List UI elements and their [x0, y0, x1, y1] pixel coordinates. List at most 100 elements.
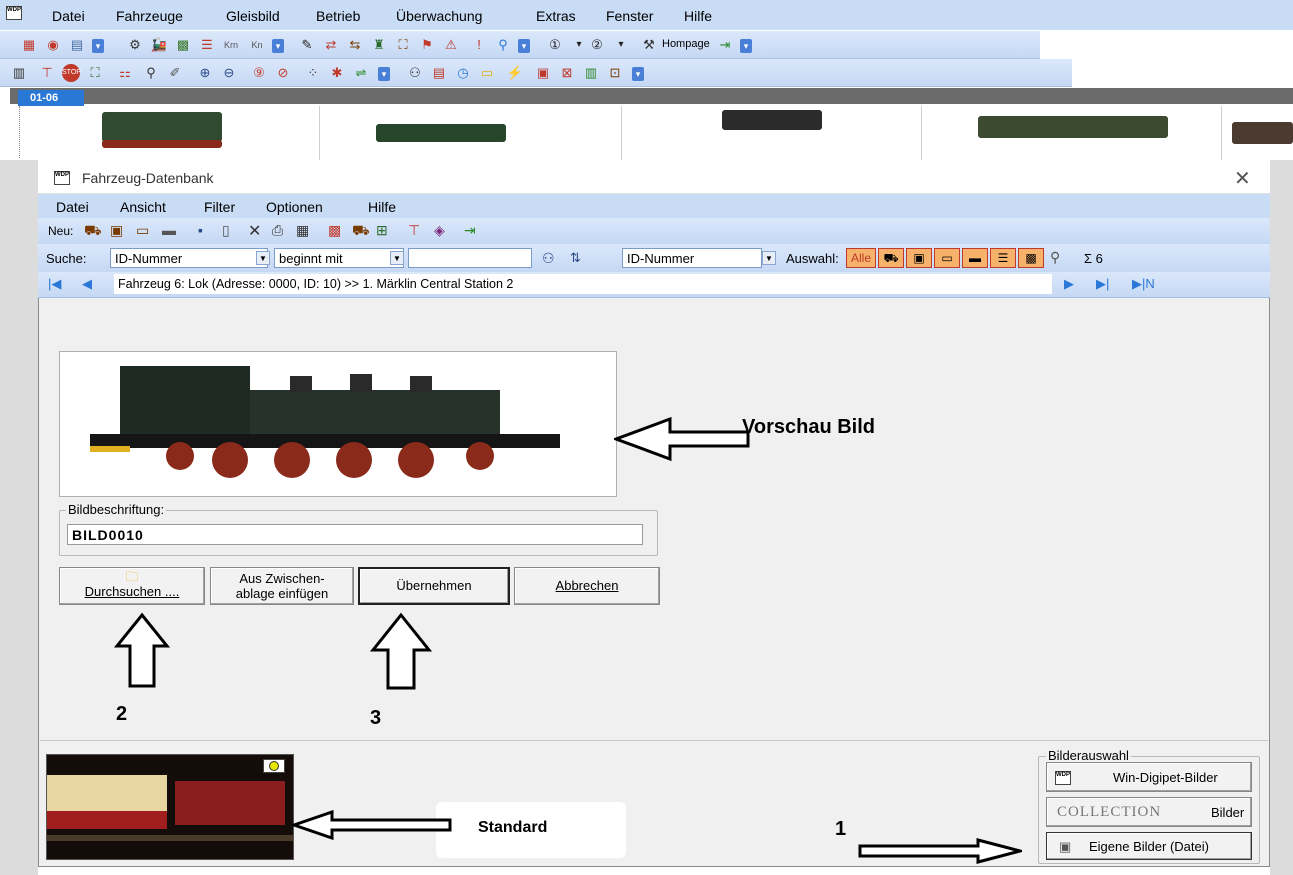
- loco-cell-1[interactable]: [20, 106, 320, 160]
- crane-icon[interactable]: Krn: [222, 36, 240, 54]
- new-record-icon[interactable]: ▶|N: [1132, 276, 1155, 292]
- hammer-icon[interactable]: ⚒: [640, 36, 658, 54]
- stop-signal-icon[interactable]: ⊤: [38, 64, 56, 82]
- search-mode-dropdown-icon[interactable]: ▼: [390, 251, 404, 265]
- search-mode-select[interactable]: beginnt mit: [274, 248, 404, 268]
- search-input[interactable]: [408, 248, 532, 268]
- antenna-icon[interactable]: ⚲: [142, 64, 160, 82]
- previous-record-icon[interactable]: ◀: [82, 276, 92, 292]
- puzzle-icon[interactable]: ✱: [328, 64, 346, 82]
- filter-all-button[interactable]: Alle: [846, 248, 876, 268]
- stop-signal-icon[interactable]: ⊤: [408, 222, 420, 239]
- sx-icon[interactable]: ⊠: [558, 64, 576, 82]
- edit-icon[interactable]: ✎: [298, 36, 316, 54]
- stop-icon[interactable]: STOP: [62, 64, 81, 82]
- dialog-menu-ansicht[interactable]: Ansicht: [120, 199, 166, 215]
- sort-icon[interactable]: ⇅: [570, 250, 581, 266]
- toolbar-overflow-4[interactable]: ▾: [740, 39, 752, 53]
- knob-icon[interactable]: Kn: [248, 36, 266, 54]
- route-map-icon[interactable]: ⛶: [86, 64, 104, 82]
- binoculars-icon[interactable]: ⚇: [406, 64, 424, 82]
- close-icon[interactable]: ✕: [1234, 166, 1251, 191]
- first-record-icon[interactable]: |◀: [48, 276, 61, 292]
- search-field-select[interactable]: ID-Nummer: [110, 248, 268, 268]
- exit-icon[interactable]: ⇥: [716, 36, 734, 54]
- wagon-icon[interactable]: ⊡: [606, 64, 624, 82]
- paste-clipboard-button[interactable]: Aus Zwischen- ablage einfügen: [210, 567, 354, 605]
- loco-control-icon[interactable]: ▦: [20, 36, 38, 54]
- throttle-icon[interactable]: ◉: [44, 36, 62, 54]
- signal-box-icon[interactable]: ⚏: [116, 64, 134, 82]
- toolbar-overflow-5[interactable]: ▾: [378, 67, 390, 81]
- dialog-menu-hilfe[interactable]: Hilfe: [368, 199, 396, 215]
- two-icon[interactable]: ②: [588, 36, 606, 54]
- track-icon[interactable]: ⇄: [322, 36, 340, 54]
- pencil-icon[interactable]: ✐: [166, 64, 184, 82]
- search-field-dropdown-icon[interactable]: ▼: [256, 251, 270, 265]
- sort-field-select[interactable]: ID-Nummer: [622, 248, 762, 268]
- menu-datei[interactable]: Datei: [52, 8, 85, 24]
- binoculars-icon[interactable]: ⚇: [542, 250, 555, 267]
- timetable-icon[interactable]: ▥: [10, 64, 28, 82]
- caption-input[interactable]: BILD0010: [67, 524, 643, 545]
- toolbar-overflow-1[interactable]: ▾: [92, 39, 104, 53]
- locomotive-icon[interactable]: 🚂: [150, 36, 168, 54]
- strip-grip[interactable]: [10, 106, 20, 158]
- filter-railcar-icon[interactable]: ▣: [906, 248, 932, 268]
- new-wagon-icon[interactable]: ▭: [136, 222, 149, 239]
- new-car-icon[interactable]: ▬: [162, 222, 176, 238]
- delete-icon[interactable]: ✕: [248, 221, 261, 241]
- last-record-icon[interactable]: ▶|: [1096, 276, 1109, 292]
- note-icon[interactable]: ▭: [478, 64, 496, 82]
- zoom-out-icon[interactable]: ⊖: [220, 64, 238, 82]
- filter-list-icon[interactable]: ☰: [990, 248, 1016, 268]
- magnifier-icon[interactable]: ⚲: [1050, 249, 1060, 266]
- bars-icon[interactable]: ▥: [582, 64, 600, 82]
- export-icon[interactable]: ▩: [328, 222, 341, 239]
- hompage-label[interactable]: Hompage: [662, 38, 710, 50]
- menu-ueberwachung[interactable]: Überwachung: [396, 8, 482, 24]
- panel-icon[interactable]: ▣: [534, 64, 552, 82]
- menu-fahrzeuge[interactable]: Fahrzeuge: [116, 8, 183, 24]
- new-railcar-icon[interactable]: ▣: [110, 222, 123, 239]
- contact-icon[interactable]: ⛶: [394, 36, 412, 54]
- no-route-icon[interactable]: ⊘: [274, 64, 292, 82]
- one-icon[interactable]: ①: [546, 36, 564, 54]
- switch-icon[interactable]: ⇌: [352, 64, 370, 82]
- filter-loco-icon[interactable]: ⛟: [878, 248, 904, 268]
- next-record-icon[interactable]: ▶: [1064, 276, 1074, 292]
- cancel-button[interactable]: Abbrechen: [514, 567, 660, 605]
- loco-cell-2[interactable]: [320, 106, 622, 160]
- menu-fenster[interactable]: Fenster: [606, 8, 653, 24]
- tool-icon-a[interactable]: ⚙: [126, 36, 144, 54]
- search-icon[interactable]: ⚲: [494, 36, 512, 54]
- filter-car-icon[interactable]: ▬: [962, 248, 988, 268]
- signal-icon[interactable]: ☰: [198, 36, 216, 54]
- turntable-icon[interactable]: ▩: [174, 36, 192, 54]
- tab-01-06[interactable]: 01-06: [18, 90, 84, 106]
- own-pictures-button[interactable]: ▣ Eigene Bilder (Datei): [1046, 832, 1252, 860]
- alarm-icon[interactable]: ⚠: [442, 36, 460, 54]
- clock-icon[interactable]: ◷: [454, 64, 472, 82]
- loco-cell-5[interactable]: [1222, 106, 1293, 160]
- one-dropdown-icon[interactable]: ▾: [570, 36, 588, 54]
- filter-pic-icon[interactable]: ▩: [1018, 248, 1044, 268]
- signal-person-icon[interactable]: ⚑: [418, 36, 436, 54]
- browse-button[interactable]: 🗀 Durchsuchen ....: [59, 567, 205, 605]
- loco-cell-4[interactable]: [922, 106, 1222, 160]
- menu-extras[interactable]: Extras: [536, 8, 576, 24]
- new-loco-icon[interactable]: ⛟: [84, 222, 102, 241]
- dialog-menu-datei[interactable]: Datei: [56, 199, 89, 215]
- print-icon[interactable]: ⎙: [272, 222, 283, 239]
- book-icon[interactable]: ◈: [434, 222, 445, 239]
- save-icon[interactable]: ▪: [198, 222, 203, 238]
- crane-loco-icon[interactable]: ⛟: [352, 222, 370, 241]
- menu-hilfe[interactable]: Hilfe: [684, 8, 712, 24]
- dialog-menu-filter[interactable]: Filter: [204, 199, 235, 215]
- route-icon[interactable]: ⇆: [346, 36, 364, 54]
- loco-cell-3[interactable]: [622, 106, 922, 160]
- filter-wagon-icon[interactable]: ▭: [934, 248, 960, 268]
- document-icon[interactable]: ▯: [222, 222, 230, 239]
- two-dropdown-icon[interactable]: ▾: [612, 36, 630, 54]
- toolbar-overflow-2[interactable]: ▾: [272, 39, 284, 53]
